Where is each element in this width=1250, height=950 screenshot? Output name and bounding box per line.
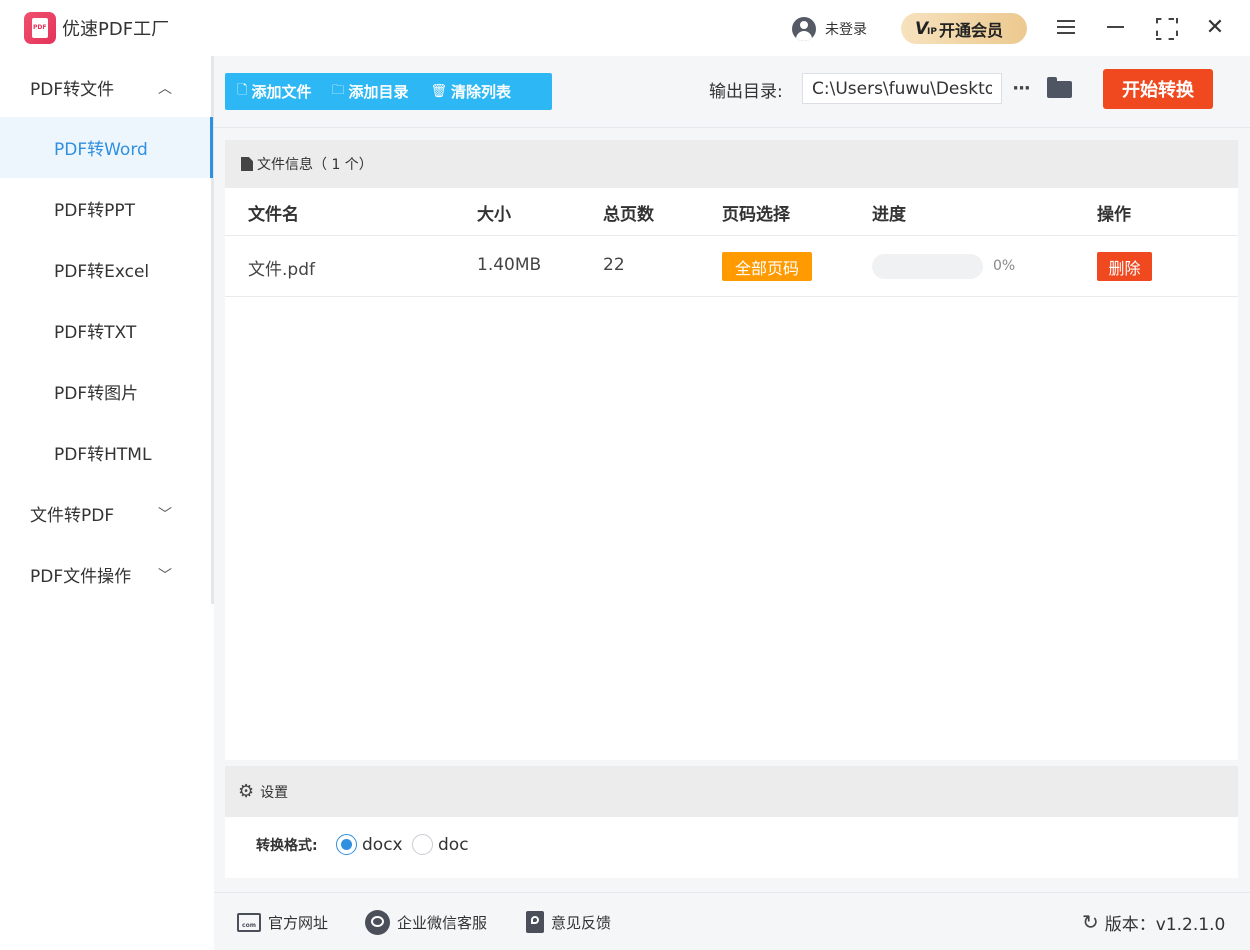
feedback-label: 意见反馈 [551,913,612,932]
refresh-icon: ↻ [1082,910,1099,934]
vip-button[interactable]: V IP 开通会员 [901,13,1027,44]
title-bar: PDF 优速PDF工厂 未登录 V IP 开通会员 ✕ [0,0,1250,56]
minimize-icon[interactable] [1102,14,1128,40]
column-header-action: 操作 [1097,205,1131,225]
feedback-link[interactable]: 意见反馈 [526,908,611,936]
clear-list-button[interactable]: 🗑 清除列表 [431,73,512,110]
output-directory-input[interactable] [802,73,1002,104]
chevron-down-icon: ﹀ [158,506,172,523]
progress-bar [872,254,983,279]
add-file-button[interactable]: 🗋 添加文件 [237,73,311,110]
sidebar-item-label: PDF转Excel [54,262,150,282]
sidebar-group-label: PDF转文件 [30,80,115,100]
sidebar-item-pdf-to-ppt[interactable]: PDF转PPT [0,178,211,239]
file-panel-header: 文件信息（ 1 个） [225,140,1238,188]
sidebar-item-label: PDF转图片 [54,384,139,404]
sidebar-item-pdf-to-html[interactable]: PDF转HTML [0,422,211,483]
file-pages-cell: 22 [603,255,625,275]
file-toolbar: 🗋 添加文件 🗀 添加目录 🗑 清除列表 [225,73,552,110]
footer-divider [214,892,1250,893]
column-header-page-select: 页码选择 [722,205,790,225]
delete-button[interactable]: 删除 [1097,252,1152,281]
login-button[interactable]: 未登录 [792,16,867,42]
sidebar-group-pdf-to-file[interactable]: PDF转文件 ︿ [0,57,211,118]
sidebar-item-pdf-to-image[interactable]: PDF转图片 [0,361,211,422]
file-size-cell: 1.40MB [477,255,542,275]
gear-icon: ⚙ [238,781,255,802]
menu-icon[interactable] [1053,14,1079,40]
chevron-up-icon: ︿ [158,80,172,97]
trash-icon: 🗑 [430,84,448,99]
sidebar-group-label: PDF文件操作 [30,567,132,587]
add-directory-label: 添加目录 [348,83,409,101]
folder-icon: 🗀 [331,82,345,98]
output-directory-label: 输出目录: [709,82,783,102]
feedback-icon [526,911,544,933]
add-file-label: 添加文件 [251,83,312,101]
vip-label: 开通会员 [939,20,1004,40]
progress-text: 0% [993,258,1016,274]
vip-icon: V IP [915,18,937,39]
wechat-support-label: 企业微信客服 [397,913,488,932]
sidebar-group-label: 文件转PDF [30,506,115,526]
table-divider [225,235,1238,236]
maximize-icon[interactable] [1152,14,1178,40]
official-website-link[interactable]: com 官方网址 [237,908,328,936]
format-label: 转换格式: [256,838,318,854]
more-options-icon[interactable]: ··· [1010,73,1032,104]
settings-header: ⚙ 设置 [225,766,1238,817]
official-website-label: 官方网址 [268,913,329,932]
app-logo-icon: PDF [24,12,56,44]
document-icon [241,157,253,171]
docx-radio-label[interactable]: docx [362,835,403,855]
page-select-button[interactable]: 全部页码 [722,252,812,281]
sidebar-item-label: PDF转HTML [54,445,152,465]
docx-radio[interactable] [336,834,357,855]
sidebar-group-file-to-pdf[interactable]: 文件转PDF ﹀ [0,483,211,544]
column-header-name: 文件名 [248,205,299,225]
clear-list-label: 清除列表 [451,83,512,101]
sidebar-item-label: PDF转PPT [54,201,136,221]
table-row-divider [225,296,1238,297]
file-panel [225,140,1238,760]
sidebar-item-label: PDF转TXT [54,323,137,343]
chevron-down-icon: ﹀ [158,567,172,584]
close-icon[interactable]: ✕ [1202,14,1228,40]
file-panel-title: 文件信息（ 1 个） [257,157,373,173]
wechat-support-link[interactable]: 企业微信客服 [365,908,487,936]
column-header-pages: 总页数 [603,205,654,225]
sidebar-item-pdf-to-excel[interactable]: PDF转Excel [0,239,211,300]
open-folder-icon[interactable] [1047,77,1072,98]
version-label: 版本：v1.2.1.0 [1104,914,1226,935]
chat-icon [365,909,390,935]
start-convert-button[interactable]: 开始转换 [1103,69,1213,109]
settings-title: 设置 [260,784,289,801]
app-title: 优速PDF工厂 [62,19,170,40]
file-icon: 🗋 [237,82,248,98]
doc-radio-label[interactable]: doc [438,835,469,855]
website-icon: com [237,912,261,932]
column-header-progress: 进度 [872,205,906,225]
user-avatar-icon [792,17,816,41]
sidebar-group-pdf-operations[interactable]: PDF文件操作 ﹀ [0,544,211,605]
login-label: 未登录 [825,22,867,38]
sidebar-item-pdf-to-word[interactable]: PDF转Word [0,117,213,178]
sidebar-item-label: PDF转Word [54,140,148,160]
column-header-size: 大小 [477,205,511,225]
sidebar-item-pdf-to-txt[interactable]: PDF转TXT [0,300,211,361]
add-directory-button[interactable]: 🗀 添加目录 [331,73,408,110]
version-info[interactable]: ↻ 版本：v1.2.1.0 [1082,908,1225,936]
file-name-cell: 文件.pdf [248,260,315,280]
divider [214,127,1250,128]
doc-radio[interactable] [412,834,433,855]
